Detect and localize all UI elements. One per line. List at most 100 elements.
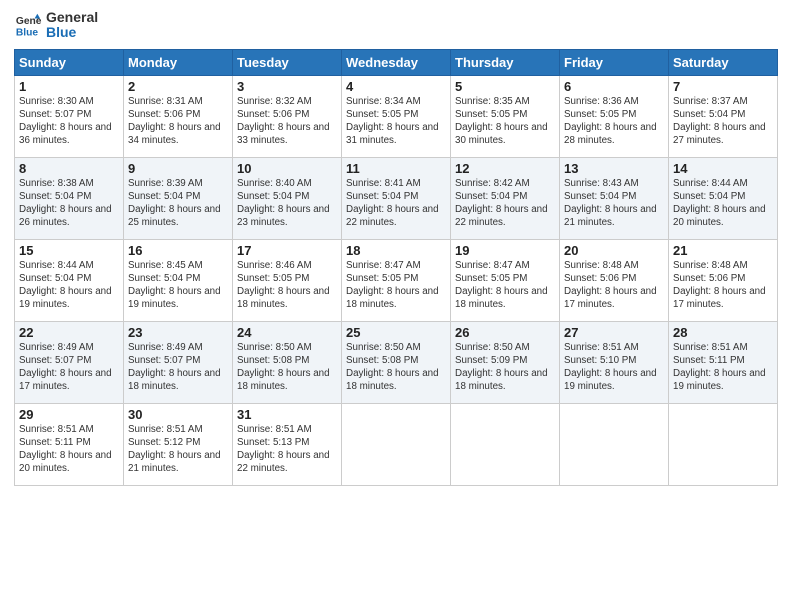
calendar-cell [342, 403, 451, 485]
logo-icon: General Blue [14, 11, 42, 39]
day-info: Sunrise: 8:51 AM Sunset: 5:11 PM Dayligh… [673, 341, 773, 394]
day-info: Sunrise: 8:30 AM Sunset: 5:07 PM Dayligh… [19, 95, 119, 148]
weekday-header-sunday: Sunday [15, 49, 124, 75]
day-number: 27 [564, 325, 664, 340]
day-info: Sunrise: 8:47 AM Sunset: 5:05 PM Dayligh… [455, 259, 555, 312]
day-number: 25 [346, 325, 446, 340]
calendar-cell [669, 403, 778, 485]
day-number: 7 [673, 79, 773, 94]
day-info: Sunrise: 8:48 AM Sunset: 5:06 PM Dayligh… [673, 259, 773, 312]
day-info: Sunrise: 8:37 AM Sunset: 5:04 PM Dayligh… [673, 95, 773, 148]
day-number: 8 [19, 161, 119, 176]
day-number: 24 [237, 325, 337, 340]
calendar-cell: 23 Sunrise: 8:49 AM Sunset: 5:07 PM Dayl… [124, 321, 233, 403]
day-number: 17 [237, 243, 337, 258]
calendar-cell: 30 Sunrise: 8:51 AM Sunset: 5:12 PM Dayl… [124, 403, 233, 485]
day-info: Sunrise: 8:39 AM Sunset: 5:04 PM Dayligh… [128, 177, 228, 230]
day-number: 14 [673, 161, 773, 176]
day-number: 13 [564, 161, 664, 176]
day-info: Sunrise: 8:51 AM Sunset: 5:11 PM Dayligh… [19, 423, 119, 476]
calendar-cell: 11 Sunrise: 8:41 AM Sunset: 5:04 PM Dayl… [342, 157, 451, 239]
day-info: Sunrise: 8:47 AM Sunset: 5:05 PM Dayligh… [346, 259, 446, 312]
calendar-cell: 2 Sunrise: 8:31 AM Sunset: 5:06 PM Dayli… [124, 75, 233, 157]
day-info: Sunrise: 8:48 AM Sunset: 5:06 PM Dayligh… [564, 259, 664, 312]
day-info: Sunrise: 8:44 AM Sunset: 5:04 PM Dayligh… [673, 177, 773, 230]
calendar-cell: 21 Sunrise: 8:48 AM Sunset: 5:06 PM Dayl… [669, 239, 778, 321]
day-info: Sunrise: 8:43 AM Sunset: 5:04 PM Dayligh… [564, 177, 664, 230]
calendar-cell [451, 403, 560, 485]
page-header: General Blue General Blue [14, 10, 778, 41]
calendar-cell: 17 Sunrise: 8:46 AM Sunset: 5:05 PM Dayl… [233, 239, 342, 321]
calendar-week-row: 15 Sunrise: 8:44 AM Sunset: 5:04 PM Dayl… [15, 239, 778, 321]
day-info: Sunrise: 8:49 AM Sunset: 5:07 PM Dayligh… [128, 341, 228, 394]
calendar-cell: 22 Sunrise: 8:49 AM Sunset: 5:07 PM Dayl… [15, 321, 124, 403]
weekday-header-monday: Monday [124, 49, 233, 75]
day-info: Sunrise: 8:50 AM Sunset: 5:08 PM Dayligh… [346, 341, 446, 394]
calendar-cell: 29 Sunrise: 8:51 AM Sunset: 5:11 PM Dayl… [15, 403, 124, 485]
day-number: 5 [455, 79, 555, 94]
day-number: 10 [237, 161, 337, 176]
day-info: Sunrise: 8:31 AM Sunset: 5:06 PM Dayligh… [128, 95, 228, 148]
day-number: 11 [346, 161, 446, 176]
calendar-cell: 4 Sunrise: 8:34 AM Sunset: 5:05 PM Dayli… [342, 75, 451, 157]
calendar-header-row: SundayMondayTuesdayWednesdayThursdayFrid… [15, 49, 778, 75]
calendar-table: SundayMondayTuesdayWednesdayThursdayFrid… [14, 49, 778, 486]
day-info: Sunrise: 8:46 AM Sunset: 5:05 PM Dayligh… [237, 259, 337, 312]
calendar-cell: 20 Sunrise: 8:48 AM Sunset: 5:06 PM Dayl… [560, 239, 669, 321]
weekday-header-friday: Friday [560, 49, 669, 75]
calendar-cell: 13 Sunrise: 8:43 AM Sunset: 5:04 PM Dayl… [560, 157, 669, 239]
calendar-cell: 25 Sunrise: 8:50 AM Sunset: 5:08 PM Dayl… [342, 321, 451, 403]
calendar-cell: 31 Sunrise: 8:51 AM Sunset: 5:13 PM Dayl… [233, 403, 342, 485]
day-number: 31 [237, 407, 337, 422]
day-info: Sunrise: 8:51 AM Sunset: 5:13 PM Dayligh… [237, 423, 337, 476]
calendar-cell: 27 Sunrise: 8:51 AM Sunset: 5:10 PM Dayl… [560, 321, 669, 403]
calendar-cell: 26 Sunrise: 8:50 AM Sunset: 5:09 PM Dayl… [451, 321, 560, 403]
weekday-header-thursday: Thursday [451, 49, 560, 75]
day-number: 6 [564, 79, 664, 94]
day-number: 30 [128, 407, 228, 422]
calendar-cell: 9 Sunrise: 8:39 AM Sunset: 5:04 PM Dayli… [124, 157, 233, 239]
day-number: 28 [673, 325, 773, 340]
day-number: 26 [455, 325, 555, 340]
day-number: 3 [237, 79, 337, 94]
weekday-header-tuesday: Tuesday [233, 49, 342, 75]
calendar-cell: 24 Sunrise: 8:50 AM Sunset: 5:08 PM Dayl… [233, 321, 342, 403]
calendar-cell: 7 Sunrise: 8:37 AM Sunset: 5:04 PM Dayli… [669, 75, 778, 157]
logo: General Blue General Blue [14, 10, 98, 41]
calendar-cell: 1 Sunrise: 8:30 AM Sunset: 5:07 PM Dayli… [15, 75, 124, 157]
day-number: 20 [564, 243, 664, 258]
day-info: Sunrise: 8:36 AM Sunset: 5:05 PM Dayligh… [564, 95, 664, 148]
day-number: 22 [19, 325, 119, 340]
calendar-cell: 18 Sunrise: 8:47 AM Sunset: 5:05 PM Dayl… [342, 239, 451, 321]
day-number: 4 [346, 79, 446, 94]
calendar-week-row: 22 Sunrise: 8:49 AM Sunset: 5:07 PM Dayl… [15, 321, 778, 403]
day-number: 18 [346, 243, 446, 258]
calendar-week-row: 8 Sunrise: 8:38 AM Sunset: 5:04 PM Dayli… [15, 157, 778, 239]
svg-text:Blue: Blue [16, 28, 39, 39]
day-number: 23 [128, 325, 228, 340]
day-number: 19 [455, 243, 555, 258]
day-info: Sunrise: 8:44 AM Sunset: 5:04 PM Dayligh… [19, 259, 119, 312]
calendar-cell: 10 Sunrise: 8:40 AM Sunset: 5:04 PM Dayl… [233, 157, 342, 239]
logo-blue-text: Blue [46, 25, 98, 40]
weekday-header-saturday: Saturday [669, 49, 778, 75]
main-container: General Blue General Blue SundayMondayTu… [0, 0, 792, 494]
day-info: Sunrise: 8:35 AM Sunset: 5:05 PM Dayligh… [455, 95, 555, 148]
calendar-week-row: 29 Sunrise: 8:51 AM Sunset: 5:11 PM Dayl… [15, 403, 778, 485]
day-info: Sunrise: 8:50 AM Sunset: 5:09 PM Dayligh… [455, 341, 555, 394]
calendar-cell: 3 Sunrise: 8:32 AM Sunset: 5:06 PM Dayli… [233, 75, 342, 157]
calendar-cell: 16 Sunrise: 8:45 AM Sunset: 5:04 PM Dayl… [124, 239, 233, 321]
day-number: 16 [128, 243, 228, 258]
logo-general-text: General [46, 10, 98, 25]
day-info: Sunrise: 8:49 AM Sunset: 5:07 PM Dayligh… [19, 341, 119, 394]
day-number: 29 [19, 407, 119, 422]
day-info: Sunrise: 8:34 AM Sunset: 5:05 PM Dayligh… [346, 95, 446, 148]
day-info: Sunrise: 8:38 AM Sunset: 5:04 PM Dayligh… [19, 177, 119, 230]
day-info: Sunrise: 8:40 AM Sunset: 5:04 PM Dayligh… [237, 177, 337, 230]
day-number: 9 [128, 161, 228, 176]
day-info: Sunrise: 8:50 AM Sunset: 5:08 PM Dayligh… [237, 341, 337, 394]
calendar-cell: 12 Sunrise: 8:42 AM Sunset: 5:04 PM Dayl… [451, 157, 560, 239]
day-number: 12 [455, 161, 555, 176]
day-info: Sunrise: 8:51 AM Sunset: 5:10 PM Dayligh… [564, 341, 664, 394]
day-number: 21 [673, 243, 773, 258]
